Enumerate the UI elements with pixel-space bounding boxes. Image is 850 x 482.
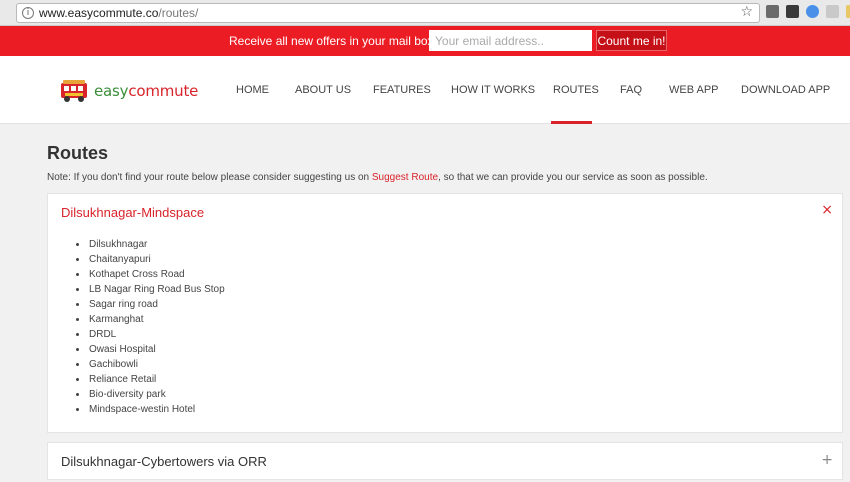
list-item: Bio-diversity park	[74, 387, 225, 402]
newsletter-email-input[interactable]	[429, 30, 592, 51]
list-item: Owasi Hospital	[74, 342, 225, 357]
bus-logo-icon	[61, 80, 87, 102]
nav-features[interactable]: FEATURES	[373, 84, 431, 96]
list-item: Mindspace-westin Hotel	[74, 402, 225, 417]
nav-download-app[interactable]: DOWNLOAD APP	[741, 84, 830, 96]
nav-about-us[interactable]: ABOUT US	[295, 84, 351, 96]
route-stop-list: Dilsukhnagar Chaitanyapuri Kothapet Cros…	[74, 237, 225, 417]
extension-icons	[766, 5, 850, 21]
browser-toolbar: i www.easycommute.co/routes/ ☆	[0, 0, 850, 26]
site-logo[interactable]: easycommute	[59, 78, 198, 104]
site-header: easycommute HOME ABOUT US FEATURES HOW I…	[0, 56, 850, 124]
pocket-extension-icon[interactable]	[766, 5, 779, 18]
list-item: Chaitanyapuri	[74, 252, 225, 267]
url-host: www.easycommute.co	[39, 6, 159, 20]
url-path: /routes/	[158, 6, 199, 20]
routes-note: Note: If you don't find your route below…	[47, 172, 708, 183]
route-panel-dilsukhnagar-mindspace: Dilsukhnagar-Mindspace × Dilsukhnagar Ch…	[47, 193, 843, 433]
url-text: www.easycommute.co/routes/	[39, 6, 198, 20]
note-prefix: Note: If you don't find your route below…	[47, 172, 372, 183]
info-icon[interactable]: i	[22, 7, 34, 19]
suggest-route-link[interactable]: Suggest Route	[372, 172, 438, 183]
logo-text-commute: commute	[128, 82, 199, 100]
buffer-extension-icon[interactable]	[786, 5, 799, 18]
newsletter-bar: Receive all new offers in your mail box!…	[0, 26, 850, 56]
cloud-extension-icon[interactable]	[826, 5, 839, 18]
active-nav-indicator	[551, 121, 592, 124]
newsletter-submit-button[interactable]: Count me in!	[596, 30, 667, 51]
nav-routes[interactable]: ROUTES	[553, 84, 599, 96]
route-title[interactable]: Dilsukhnagar-Cybertowers via ORR	[61, 454, 267, 469]
route-title[interactable]: Dilsukhnagar-Mindspace	[61, 205, 204, 220]
list-item: Karmanghat	[74, 312, 225, 327]
page-title: Routes	[47, 143, 109, 163]
newsletter-text: Receive all new offers in your mail box!	[229, 34, 437, 48]
note-suffix: , so that we can provide you our service…	[438, 172, 708, 183]
expand-icon[interactable]: +	[821, 452, 833, 468]
nav-home[interactable]: HOME	[236, 84, 269, 96]
dropbox-extension-icon[interactable]	[806, 5, 819, 18]
collapse-icon[interactable]: ×	[821, 202, 833, 218]
address-bar[interactable]: i www.easycommute.co/routes/ ☆	[16, 3, 760, 23]
logo-text-easy: easy	[94, 82, 129, 100]
nav-how-it-works[interactable]: HOW IT WORKS	[451, 84, 535, 96]
note-extension-icon[interactable]	[846, 5, 850, 18]
list-item: Kothapet Cross Road	[74, 267, 225, 282]
nav-web-app[interactable]: WEB APP	[669, 84, 719, 96]
bookmark-star-icon[interactable]: ☆	[740, 4, 753, 20]
list-item: Reliance Retail	[74, 372, 225, 387]
list-item: Gachibowli	[74, 357, 225, 372]
logo-text: easycommute	[94, 82, 198, 100]
nav-faq[interactable]: FAQ	[620, 84, 642, 96]
list-item: Dilsukhnagar	[74, 237, 225, 252]
list-item: DRDL	[74, 327, 225, 342]
list-item: LB Nagar Ring Road Bus Stop	[74, 282, 225, 297]
list-item: Sagar ring road	[74, 297, 225, 312]
route-panel-dilsukhnagar-cybertowers: Dilsukhnagar-Cybertowers via ORR +	[47, 442, 843, 480]
